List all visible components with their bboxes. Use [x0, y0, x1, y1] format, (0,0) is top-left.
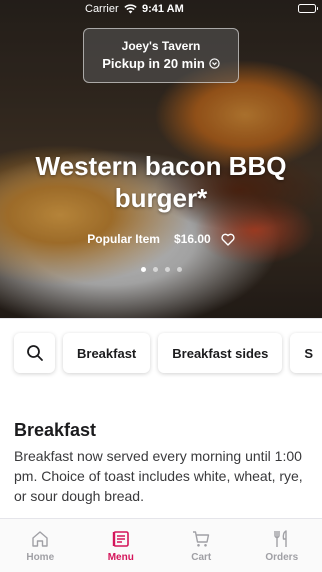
home-icon [32, 531, 48, 547]
orders-icon [274, 530, 287, 547]
heart-icon[interactable] [221, 233, 235, 246]
wifi-icon [123, 4, 137, 14]
section-description: Breakfast now served every morning until… [14, 448, 303, 504]
tab-label: Home [26, 552, 55, 563]
cart-icon [193, 531, 210, 547]
tab-home[interactable]: Home [0, 519, 81, 572]
menu-icon [112, 531, 129, 547]
tab-menu[interactable]: Menu [81, 519, 162, 572]
carousel-dot[interactable] [176, 267, 182, 272]
status-bar: Carrier 9:41 AM [0, 0, 322, 18]
tab-orders[interactable]: Orders [242, 519, 322, 572]
featured-item-price: $16.00 [173, 232, 211, 246]
pickup-eta: Pickup in 20 min [102, 56, 205, 71]
divider [0, 318, 322, 319]
carousel-dot[interactable] [152, 267, 158, 272]
category-chip-breakfast-sides[interactable]: Breakfast sides [158, 333, 283, 373]
clock: 9:41 AM [142, 3, 184, 15]
tab-label: Menu [107, 552, 134, 563]
tab-label: Orders [265, 552, 299, 563]
battery-icon [298, 4, 318, 13]
popular-badge: Popular Item [87, 232, 160, 246]
category-chip-breakfast[interactable]: Breakfast [63, 333, 151, 373]
search-button[interactable] [14, 333, 55, 373]
hero-banner[interactable]: Carrier 9:41 AM Joey's Tavern Pickup in … [0, 0, 322, 318]
restaurant-name: Joey's Tavern [121, 39, 201, 53]
featured-item-meta: Popular Item $16.00 [0, 232, 322, 246]
featured-item-title: Western bacon BBQ burger* [35, 151, 287, 213]
menu-section-breakfast: Breakfast Breakfast now served every mor… [14, 418, 310, 506]
tab-bar: Home Menu Cart Orders [0, 518, 322, 572]
tab-label: Cart [191, 552, 212, 563]
carousel-dot[interactable] [140, 267, 146, 272]
pickup-selector[interactable]: Joey's Tavern Pickup in 20 min [83, 28, 239, 83]
carousel-indicator[interactable] [0, 267, 322, 272]
tab-cart[interactable]: Cart [161, 519, 242, 572]
section-title: Breakfast [14, 420, 97, 440]
carrier-label: Carrier [85, 3, 119, 15]
category-bar[interactable]: Breakfast Breakfast sides S [14, 333, 322, 373]
category-chip-next[interactable]: S [290, 333, 322, 373]
chevron-down-circle-icon [209, 58, 220, 69]
search-icon [26, 345, 43, 361]
carousel-dot[interactable] [164, 267, 170, 272]
